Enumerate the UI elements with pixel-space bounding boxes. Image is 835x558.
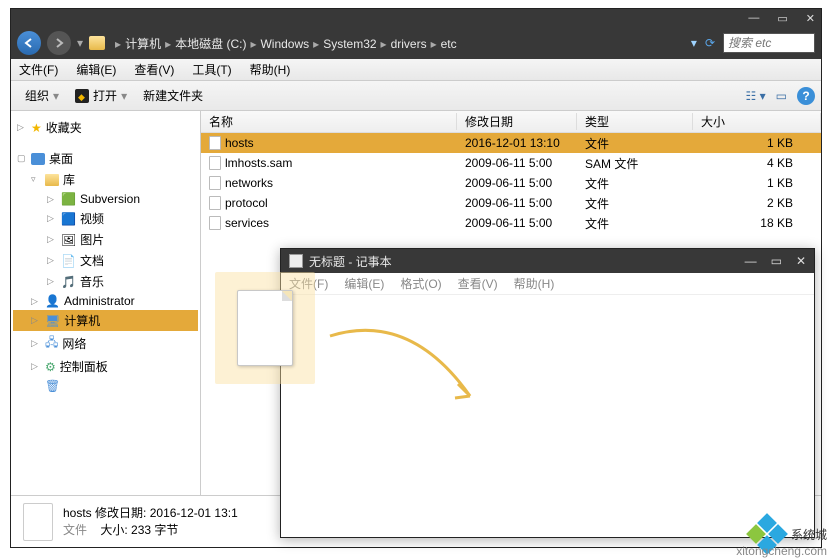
minimize-button[interactable]: —: [748, 12, 759, 24]
col-type[interactable]: 类型: [577, 113, 693, 130]
lib-item-icon: 🖼: [61, 233, 76, 247]
breadcrumb-separator[interactable]: ▸: [309, 37, 323, 51]
organize-button[interactable]: 组织 ▾: [17, 85, 67, 106]
search-input[interactable]: [723, 33, 815, 53]
file-row[interactable]: hosts2016-12-01 13:10文件1 KB: [201, 133, 821, 153]
menu-file[interactable]: 文件(F): [19, 61, 58, 78]
open-button[interactable]: ◆打开 ▾: [67, 85, 135, 106]
file-icon: [209, 196, 221, 210]
help-icon[interactable]: ?: [797, 87, 815, 105]
toolbar: 组织 ▾ ◆打开 ▾ 新建文件夹 ☷ ▾ ▭ ?: [11, 81, 821, 111]
drag-ghost: [215, 272, 315, 384]
col-date[interactable]: 修改日期: [457, 113, 577, 130]
col-size[interactable]: 大小: [693, 113, 821, 130]
file-icon: [209, 216, 221, 230]
sidebar-recycle[interactable]: 🗑: [13, 377, 198, 395]
notepad-menubar: 文件(F) 编辑(E) 格式(O) 查看(V) 帮助(H): [281, 273, 814, 295]
breadcrumb-separator[interactable]: ▸: [427, 37, 441, 51]
menu-edit[interactable]: 编辑(E): [76, 61, 116, 78]
breadcrumb-segment[interactable]: System32: [323, 37, 376, 51]
notepad-minimize-button[interactable]: —: [745, 254, 757, 268]
sidebar-library-item[interactable]: ▷🖼图片: [13, 229, 198, 250]
menu-view[interactable]: 查看(V): [134, 61, 174, 78]
notepad-titlebar[interactable]: 无标题 - 记事本 — ▭ ✕: [281, 249, 814, 273]
notepad-menu-format[interactable]: 格式(O): [400, 275, 441, 292]
sidebar-library[interactable]: ▿库: [13, 169, 198, 190]
lib-item-icon: 📄: [61, 254, 76, 268]
sidebar: ▷★收藏夹 ▢桌面 ▿库 ▷🟩Subversion▷🟦视频▷🖼图片▷📄文档▷🎵音…: [11, 111, 201, 495]
file-thumbnail-icon: [23, 503, 53, 541]
file-icon: [209, 136, 221, 150]
desktop-icon: [31, 153, 45, 165]
notepad-maximize-button[interactable]: ▭: [771, 254, 782, 268]
folder-icon: [89, 36, 105, 50]
breadcrumb-segment[interactable]: 计算机: [125, 37, 161, 51]
notepad-menu-edit[interactable]: 编辑(E): [344, 275, 384, 292]
titlebar: — ▭ ✕: [11, 9, 821, 27]
drag-ghost-page-icon: [237, 290, 293, 366]
breadcrumb[interactable]: ▸计算机▸本地磁盘 (C:)▸Windows▸System32▸drivers▸…: [111, 35, 457, 52]
menu-help[interactable]: 帮助(H): [250, 61, 291, 78]
breadcrumb-separator[interactable]: ▸: [246, 37, 260, 51]
address-bar: ▾ ▸计算机▸本地磁盘 (C:)▸Windows▸System32▸driver…: [11, 27, 821, 59]
sidebar-library-item[interactable]: ▷🎵音乐: [13, 271, 198, 292]
breadcrumb-segment[interactable]: etc: [441, 37, 457, 51]
breadcrumb-segment[interactable]: Windows: [260, 37, 309, 51]
menubar: 文件(F) 编辑(E) 查看(V) 工具(T) 帮助(H): [11, 59, 821, 81]
sidebar-favorites[interactable]: ▷★收藏夹: [13, 117, 198, 138]
breadcrumb-segment[interactable]: 本地磁盘 (C:): [175, 37, 246, 51]
notepad-close-button[interactable]: ✕: [796, 254, 806, 268]
sidebar-computer[interactable]: ▷🖥计算机: [13, 310, 198, 331]
file-icon: [209, 176, 221, 190]
new-folder-button[interactable]: 新建文件夹: [135, 85, 211, 106]
notepad-window: 无标题 - 记事本 — ▭ ✕ 文件(F) 编辑(E) 格式(O) 查看(V) …: [280, 248, 815, 538]
nav-back-button[interactable]: [17, 31, 41, 55]
watermark-url: xitongcheng.com: [736, 544, 827, 558]
library-icon: [45, 174, 59, 186]
dropdown-star-icon[interactable]: ▾: [691, 36, 697, 50]
menu-tools[interactable]: 工具(T): [192, 61, 231, 78]
notepad-text-area[interactable]: [281, 295, 814, 537]
notepad-menu-help[interactable]: 帮助(H): [514, 275, 555, 292]
maximize-button[interactable]: ▭: [777, 12, 787, 25]
sidebar-network[interactable]: ▷🖧网络: [13, 331, 198, 356]
sidebar-library-item[interactable]: ▷📄文档: [13, 250, 198, 271]
lib-item-icon: 🟩: [61, 192, 76, 206]
breadcrumb-separator[interactable]: ▸: [161, 37, 175, 51]
breadcrumb-separator[interactable]: ▸: [377, 37, 391, 51]
lib-item-icon: 🎵: [61, 275, 76, 289]
sidebar-admin[interactable]: ▷👤Administrator: [13, 292, 198, 310]
refresh-icon[interactable]: ⟳: [705, 36, 715, 50]
view-options-icon[interactable]: ☷ ▾: [746, 89, 766, 103]
breadcrumb-separator[interactable]: ▸: [111, 37, 125, 51]
nav-forward-button[interactable]: [47, 31, 71, 55]
sidebar-library-item[interactable]: ▷🟦视频: [13, 208, 198, 229]
file-row[interactable]: networks2009-06-11 5:00文件1 KB: [201, 173, 821, 193]
sidebar-desktop[interactable]: ▢桌面: [13, 148, 198, 169]
preview-pane-icon[interactable]: ▭: [776, 89, 787, 103]
sidebar-library-item[interactable]: ▷🟩Subversion: [13, 190, 198, 208]
column-headers: 名称 修改日期 类型 大小: [201, 111, 821, 133]
sidebar-control-panel[interactable]: ▷⚙控制面板: [13, 356, 198, 377]
file-icon: [209, 156, 221, 170]
close-button[interactable]: ✕: [806, 12, 815, 25]
dropdown-icon[interactable]: ▾: [77, 36, 83, 50]
notepad-menu-view[interactable]: 查看(V): [458, 275, 498, 292]
file-row[interactable]: lmhosts.sam2009-06-11 5:00SAM 文件4 KB: [201, 153, 821, 173]
file-row[interactable]: protocol2009-06-11 5:00文件2 KB: [201, 193, 821, 213]
file-row[interactable]: services2009-06-11 5:00文件18 KB: [201, 213, 821, 233]
lib-item-icon: 🟦: [61, 212, 76, 226]
breadcrumb-segment[interactable]: drivers: [391, 37, 427, 51]
notepad-app-icon: [289, 254, 303, 268]
col-name[interactable]: 名称: [201, 113, 457, 130]
